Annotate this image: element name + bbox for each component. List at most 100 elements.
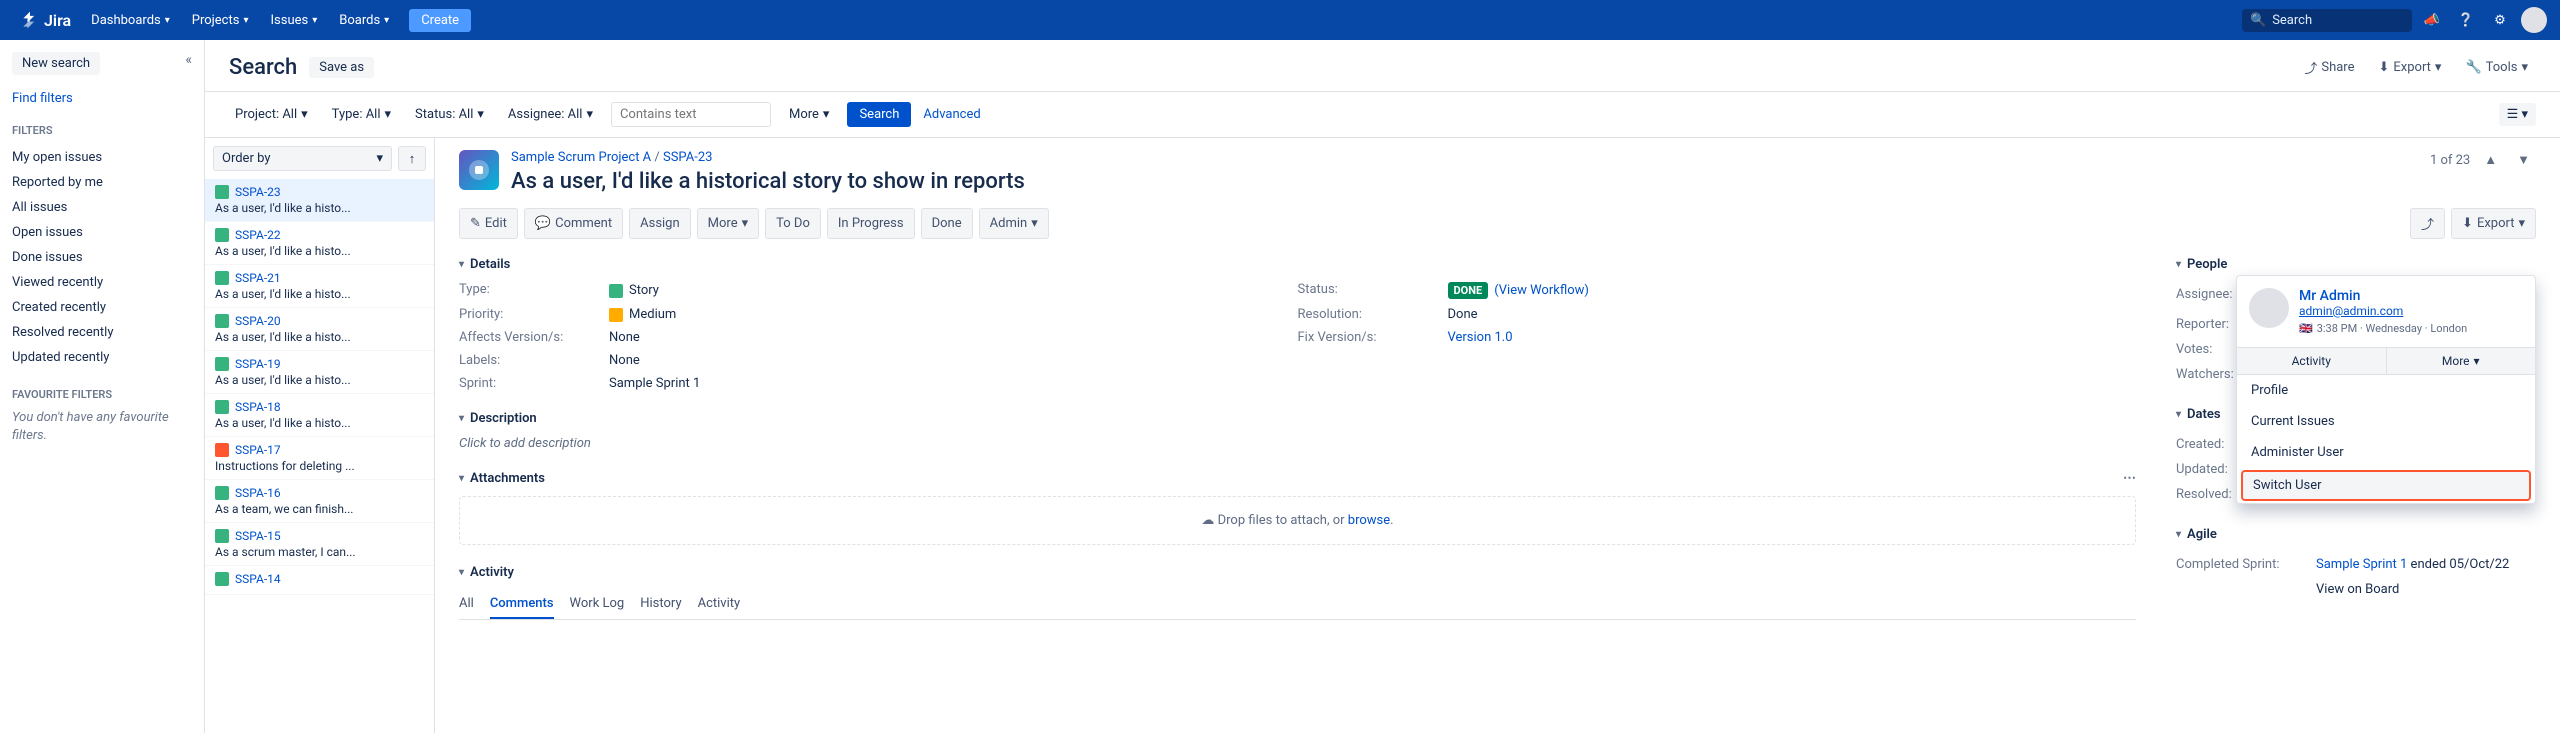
filter-link[interactable]: Resolved recently	[12, 320, 192, 345]
transition-todo[interactable]: To Do	[765, 208, 821, 239]
attachments-more-icon[interactable]: ⋯	[2123, 471, 2136, 486]
issue-list-item[interactable]: SSPA-22As a user, I'd like a histo...	[205, 222, 434, 265]
nav-projects[interactable]: Projects▾	[182, 0, 259, 40]
user-avatar[interactable]	[2520, 6, 2548, 34]
description-placeholder[interactable]: Click to add description	[459, 436, 2136, 451]
filter-link[interactable]: Open issues	[12, 220, 192, 245]
profile-menu-administer-user[interactable]: Administer User	[2237, 437, 2535, 468]
description-toggle[interactable]: ▾Description	[459, 411, 2136, 426]
chevron-down-icon: ▾	[312, 15, 317, 26]
view-on-board-link[interactable]: View on Board	[2316, 582, 2536, 597]
sprint-link[interactable]: Sample Sprint 1	[2316, 557, 2407, 572]
export-issue-button[interactable]: ⬇Export▾	[2451, 208, 2536, 239]
issue-list-item[interactable]: SSPA-16As a team, we can finish...	[205, 480, 434, 523]
feedback-icon[interactable]: 📣	[2418, 6, 2446, 34]
activity-tab[interactable]: Comments	[490, 590, 554, 619]
issue-list-item[interactable]: SSPA-15As a scrum master, I can...	[205, 523, 434, 566]
order-by-select[interactable]: Order by▾	[213, 146, 392, 171]
details-toggle[interactable]: ▾Details	[459, 257, 2136, 272]
filter-type[interactable]: Type: All▾	[326, 103, 397, 126]
profile-menu-profile[interactable]: Profile	[2237, 375, 2535, 406]
search-input[interactable]	[2272, 13, 2404, 28]
contains-text-input[interactable]	[611, 102, 771, 127]
profile-meta: 🇬🇧3:38 PM · Wednesday · London	[2299, 322, 2467, 335]
nav-issues[interactable]: Issues▾	[260, 0, 327, 40]
profile-menu-switch-user[interactable]: Switch User	[2241, 470, 2531, 501]
transition-inprogress[interactable]: In Progress	[827, 208, 915, 239]
issue-key-link[interactable]: SSPA-23	[663, 150, 712, 165]
filter-assignee[interactable]: Assignee: All▾	[502, 103, 599, 126]
issue-list-item[interactable]: SSPA-21As a user, I'd like a histo...	[205, 265, 434, 308]
status-value: DONE (View Workflow)	[1448, 282, 2137, 299]
tools-button[interactable]: 🔧Tools▾	[2457, 54, 2536, 81]
share-issue-button[interactable]: ⤴	[2410, 208, 2445, 239]
filter-link[interactable]: All issues	[12, 195, 192, 220]
nav-left: Jira Dashboards▾ Projects▾ Issues▾ Board…	[12, 0, 471, 40]
search-button[interactable]: Search	[847, 102, 911, 127]
filter-project[interactable]: Project: All▾	[229, 103, 314, 126]
advanced-link[interactable]: Advanced	[923, 107, 980, 122]
nav-dashboards[interactable]: Dashboards▾	[81, 0, 180, 40]
issue-list-item[interactable]: SSPA-14	[205, 566, 434, 595]
profile-tab-activity[interactable]: Activity	[2237, 348, 2386, 374]
save-as-button[interactable]: Save as	[309, 57, 374, 78]
activity-tab[interactable]: All	[459, 590, 474, 619]
filter-link[interactable]: Created recently	[12, 295, 192, 320]
profile-tab-more[interactable]: More▾	[2386, 348, 2536, 374]
view-workflow-link[interactable]: (View Workflow)	[1494, 283, 1589, 298]
assign-button[interactable]: Assign	[629, 208, 691, 239]
sort-direction-button[interactable]: ↑	[398, 146, 426, 171]
filter-link[interactable]: Done issues	[12, 245, 192, 270]
next-issue-button[interactable]: ▼	[2511, 150, 2536, 170]
new-search-button[interactable]: New search	[12, 52, 100, 75]
priority-label: Priority:	[459, 307, 609, 322]
more-actions-button[interactable]: More▾	[697, 208, 759, 239]
fixversion-value[interactable]: Version 1.0	[1448, 330, 2137, 345]
filter-more[interactable]: More▾	[783, 103, 835, 126]
activity-tab[interactable]: Activity	[698, 590, 741, 619]
activity-toggle[interactable]: ▾Activity	[459, 565, 2136, 580]
browse-link[interactable]: browse	[1348, 513, 1390, 528]
view-toggle[interactable]: ☰ ▾	[2499, 103, 2536, 126]
profile-email[interactable]: admin@admin.com	[2299, 304, 2467, 318]
issue-list-item[interactable]: SSPA-19As a user, I'd like a histo...	[205, 351, 434, 394]
share-button[interactable]: ⤴Share	[2296, 54, 2362, 81]
chevron-down-icon: ▾	[384, 15, 389, 26]
sprint-value: Sample Sprint 1	[609, 376, 1298, 391]
create-button[interactable]: Create	[409, 9, 471, 32]
jira-logo[interactable]: Jira	[12, 10, 79, 30]
project-link[interactable]: Sample Scrum Project A	[511, 150, 651, 165]
activity-tab[interactable]: Work Log	[570, 590, 625, 619]
profile-menu-current-issues[interactable]: Current Issues	[2237, 406, 2535, 437]
share-icon: ⤴	[2421, 214, 2434, 233]
issue-list-item[interactable]: SSPA-20As a user, I'd like a histo...	[205, 308, 434, 351]
filter-link[interactable]: Reported by me	[12, 170, 192, 195]
collapse-sidebar-icon[interactable]: «	[185, 52, 192, 68]
issue-list-item[interactable]: SSPA-17Instructions for deleting ...	[205, 437, 434, 480]
filter-status[interactable]: Status: All▾	[409, 103, 490, 126]
filter-link[interactable]: My open issues	[12, 145, 192, 170]
help-icon[interactable]: ❔	[2452, 6, 2480, 34]
agile-toggle[interactable]: ▾Agile	[2176, 527, 2536, 542]
settings-icon[interactable]: ⚙	[2486, 6, 2514, 34]
attachments-dropzone[interactable]: ☁ Drop files to attach, or browse.	[459, 496, 2136, 545]
attachments-toggle[interactable]: ▾Attachments⋯	[459, 471, 2136, 486]
export-button[interactable]: ⬇Export▾	[2370, 54, 2449, 81]
nav-boards[interactable]: Boards▾	[329, 0, 399, 40]
people-toggle[interactable]: ▾People	[2176, 257, 2536, 272]
find-filters-link[interactable]: Find filters	[12, 91, 192, 106]
issue-list-item[interactable]: SSPA-23As a user, I'd like a histo...	[205, 179, 434, 222]
comment-button[interactable]: 💬Comment	[524, 208, 623, 239]
activity-tab[interactable]: History	[640, 590, 681, 619]
edit-button[interactable]: ✎Edit	[459, 208, 518, 239]
status-label: Status:	[1298, 282, 1448, 299]
filter-link[interactable]: Viewed recently	[12, 270, 192, 295]
admin-button[interactable]: Admin▾	[979, 208, 1049, 239]
prev-issue-button[interactable]: ▲	[2478, 150, 2503, 170]
chevron-down-icon: ▾	[1031, 216, 1038, 231]
global-search[interactable]: 🔍	[2242, 9, 2412, 32]
transition-done[interactable]: Done	[921, 208, 973, 239]
issue-list-item[interactable]: SSPA-18As a user, I'd like a histo...	[205, 394, 434, 437]
profile-name[interactable]: Mr Admin	[2299, 288, 2467, 304]
filter-link[interactable]: Updated recently	[12, 345, 192, 370]
